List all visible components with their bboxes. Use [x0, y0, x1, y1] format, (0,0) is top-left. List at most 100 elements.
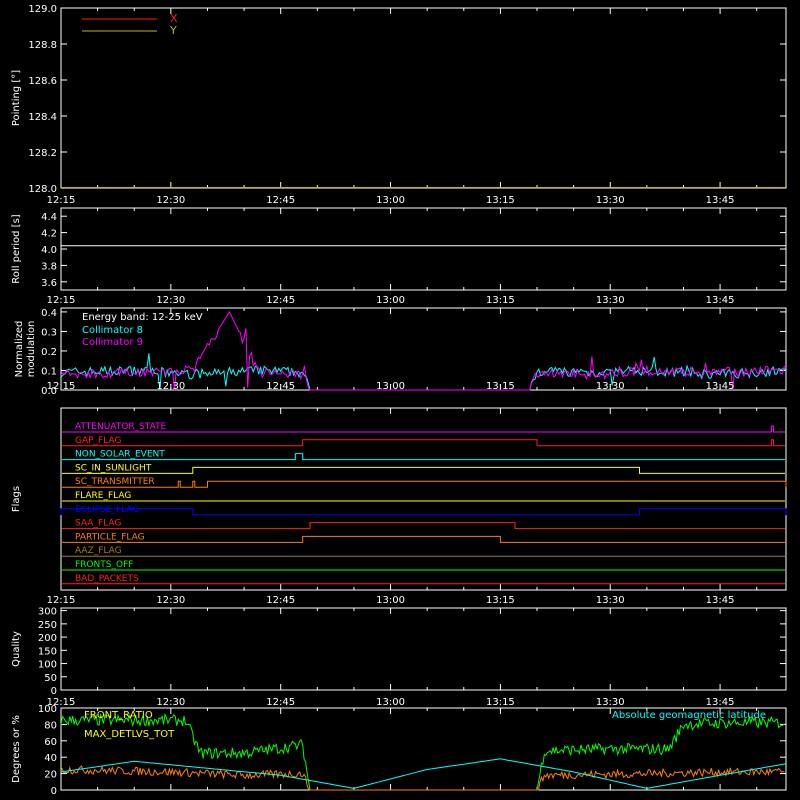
x-tick-labels-0: 12:15 12:30 12:45 13:00 13:15 13:30 13:45	[47, 195, 735, 206]
plot-frame	[60, 407, 787, 591]
x-tick-label: 12:45	[266, 697, 295, 708]
y-tick-label: 0.1	[41, 366, 57, 377]
x-tick-label: 12:30	[156, 595, 185, 606]
flag-label: SAA_FLAG	[75, 519, 121, 529]
y-tick-label: 0.3	[41, 327, 57, 338]
flag-line	[62, 425, 785, 433]
x-tick-label: 13:45	[706, 195, 735, 206]
flag-label: NON_SOLAR_EVENT	[75, 450, 165, 460]
x-tick-label: 12:30	[156, 381, 185, 392]
y-tick-label: 300	[38, 607, 57, 618]
legend-label: Collimator 8	[82, 325, 143, 336]
panel-0: 128.0 128.2 128.4 128.6 128.8 129.0 Pointing […	[11, 4, 787, 195]
series-line-absolute-geomagnetic-latitude	[60, 758, 787, 789]
y-tick-label: 4.2	[41, 229, 57, 240]
y-tick-label: 128.8	[28, 40, 57, 51]
x-tick-label: 13:45	[706, 595, 735, 606]
y-tick-label: 4.4	[41, 212, 57, 223]
legend-label: Y	[169, 24, 177, 37]
x-tick-label: 13:15	[486, 697, 515, 708]
legend-label: Absolute geomagnetic latitude	[612, 710, 766, 721]
x-tick-label: 13:00	[376, 195, 405, 206]
energy-band-annotation: Energy band: 12-25 keV	[82, 312, 203, 323]
y-tick-label: 0	[51, 786, 57, 797]
flag-line	[62, 480, 787, 488]
y-tick-label: 0	[51, 686, 57, 697]
x-tick-label: 13:15	[486, 381, 515, 392]
panel-4: 0 50 100 150 200 250 300 Quality	[11, 607, 787, 697]
flag-label: ECLIPSE_FLAG	[75, 505, 139, 515]
flag-label: GAP_FLAG	[75, 436, 121, 446]
x-tick-label: 13:30	[596, 595, 625, 606]
y-tick-label: 4.0	[41, 245, 57, 256]
y-tick-label: 128.2	[28, 148, 57, 159]
y-tick-label: 150	[38, 646, 57, 657]
flag-label: FRONTS_OFF	[75, 560, 133, 570]
y-axis-label: Normalized	[14, 321, 25, 378]
y-tick-label: 80	[44, 720, 57, 731]
panel-5: 020406080100Degrees or % FRONT_RATIOMAX_D…	[11, 704, 787, 797]
y-tick-label: 3.8	[41, 261, 57, 272]
flag-line	[62, 522, 785, 530]
y-tick-label: 0.4	[41, 308, 57, 319]
series-line-max_detlvs_tot	[60, 765, 785, 791]
flag-line	[60, 508, 787, 516]
x-tick-label: 13:45	[706, 381, 735, 392]
x-tick-label: 13:30	[596, 381, 625, 392]
x-tick-label: 13:15	[486, 195, 515, 206]
series-line-front_ratio	[60, 712, 785, 791]
x-tick-label: 13:30	[596, 195, 625, 206]
x-tick-labels-3: 12:15 12:30 12:45 13:00 13:15 13:30 13:45	[47, 595, 735, 606]
panel-1: 3.6 3.8 4.0 4.2 4.4 Roll period [s]	[11, 207, 787, 291]
y-axis-label: modulation	[26, 321, 37, 378]
y-tick-label: 3.6	[41, 278, 57, 289]
flag-label: FLARE_FLAG	[75, 491, 131, 501]
x-tick-labels-1: 12:15 12:30 12:45 13:00 13:15 13:30 13:45	[47, 295, 735, 306]
x-tick-label: 12:15	[47, 195, 76, 206]
x-tick-label: 12:15	[47, 697, 76, 708]
x-tick-label: 13:00	[376, 295, 405, 306]
series-line-collimator-9	[60, 310, 787, 391]
x-tick-label: 13:15	[486, 595, 515, 606]
y-tick-label: 0.2	[41, 347, 57, 358]
x-tick-label: 13:00	[376, 595, 405, 606]
y-axis-label: Roll period [s]	[11, 214, 22, 283]
legend-label: FRONT_RATIO	[84, 710, 153, 721]
x-tick-label: 12:15	[47, 381, 76, 392]
x-tick-label: 12:30	[156, 195, 185, 206]
legend-label: MAX_DETLVS_TOT	[84, 729, 175, 740]
x-tick-label: 13:00	[376, 697, 405, 708]
y-tick-label: 200	[38, 633, 57, 644]
y-tick-label: 128.6	[28, 76, 57, 87]
y-tick-label: 20	[44, 770, 57, 781]
x-tick-label: 12:45	[266, 195, 295, 206]
x-tick-label: 13:30	[596, 295, 625, 306]
flag-label: AAZ_FLAG	[75, 546, 122, 556]
flag-line	[62, 439, 785, 447]
y-tick-label: 50	[44, 673, 57, 684]
x-tick-label: 12:45	[266, 595, 295, 606]
y-tick-label: 100	[38, 660, 57, 671]
plot-frame	[60, 607, 787, 691]
y-axis-label: Degrees or %	[11, 715, 22, 783]
y-axis-label: Flags	[11, 486, 22, 512]
x-tick-label: 13:00	[376, 381, 405, 392]
y-axis-label: Quality	[11, 631, 22, 667]
y-tick-label: 128.0	[28, 184, 57, 195]
x-tick-label: 12:30	[156, 697, 185, 708]
flag-label: PARTICLE_FLAG	[75, 532, 145, 542]
flag-line	[62, 453, 785, 461]
y-tick-label: 128.4	[28, 112, 57, 123]
x-tick-label: 13:45	[706, 697, 735, 708]
x-tick-label: 12:15	[47, 295, 76, 306]
flag-label: SC_TRANSMITTER	[75, 477, 155, 487]
y-tick-label: 129.0	[28, 4, 57, 15]
y-tick-label: 60	[44, 737, 57, 748]
x-tick-label: 12:30	[156, 295, 185, 306]
plot-frame	[60, 207, 787, 291]
y-tick-label: 250	[38, 620, 57, 631]
x-tick-label: 13:15	[486, 295, 515, 306]
x-tick-label: 12:45	[266, 295, 295, 306]
x-tick-label: 12:45	[266, 381, 295, 392]
x-tick-label: 13:45	[706, 295, 735, 306]
